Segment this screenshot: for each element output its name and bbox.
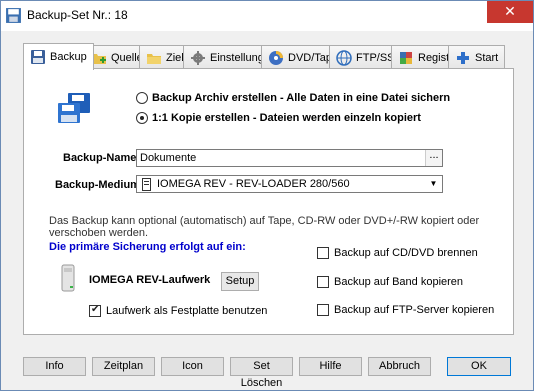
option-tape-label: Backup auf Band kopieren [334, 276, 464, 288]
info-text: Das Backup kann optional (automatisch) a… [49, 215, 480, 239]
backup-medium-label: Backup-Medium: [55, 179, 144, 191]
tab-panel-backup: Backup Archiv erstellen - Alle Daten in … [23, 68, 514, 335]
gear-icon [191, 50, 205, 65]
dialog-window: Backup-Set Nr.: 18 ✕ Backup Quelle Ziel … [0, 0, 534, 391]
title-bar: Backup-Set Nr.: 18 ✕ [1, 1, 533, 31]
disc-icon [269, 50, 283, 65]
backup-name-input[interactable]: Dokumente ... [136, 149, 443, 167]
option-cd-dvd-label: Backup auf CD/DVD brennen [334, 247, 478, 259]
floppy-stack-icon [58, 93, 90, 123]
radio-copy-label: 1:1 Kopie erstellen - Dateien werden ein… [152, 112, 421, 124]
backup-name-label: Backup-Name: [63, 152, 141, 164]
ok-button[interactable]: OK [447, 357, 511, 376]
close-icon: ✕ [504, 3, 516, 19]
radio-archive[interactable]: Backup Archiv erstellen - Alle Daten in … [136, 92, 450, 104]
folder-icon [147, 53, 161, 64]
window-title: Backup-Set Nr.: 18 [27, 8, 128, 22]
tab-label: Ziel [166, 51, 184, 64]
globe-icon [336, 49, 352, 66]
info-button[interactable]: Info [23, 357, 86, 376]
registry-icon [400, 51, 412, 64]
help-button[interactable]: Hilfe [299, 357, 362, 376]
schedule-button[interactable]: Zeitplan [92, 357, 155, 376]
backup-medium-select[interactable]: IOMEGA REV - REV-LOADER 280/560 ▼ [136, 175, 443, 193]
option-tape-box[interactable] [317, 276, 329, 288]
app-icon [6, 8, 21, 23]
option-ftp-label: Backup auf FTP-Server kopieren [334, 304, 495, 316]
delete-set-button[interactable]: Set Löschen [230, 357, 293, 389]
tab-label: Backup [50, 51, 87, 63]
option-cd-dvd-box[interactable] [317, 247, 329, 259]
browse-button[interactable]: ... [425, 150, 442, 166]
radio-copy-button[interactable] [136, 112, 148, 124]
tab-label: Start [475, 51, 499, 64]
radio-copy[interactable]: 1:1 Kopie erstellen - Dateien werden ein… [136, 112, 421, 124]
radio-archive-button[interactable] [136, 92, 148, 104]
setup-button[interactable]: Setup [221, 272, 259, 291]
close-button[interactable]: ✕ [487, 1, 533, 23]
use-as-disk-label: Laufwerk als Festplatte benutzen [106, 305, 268, 317]
primary-title: Die primäre Sicherung erfolgt auf ein: [49, 241, 246, 253]
use-as-disk-checkbox[interactable]: Laufwerk als Festplatte benutzen [89, 304, 268, 317]
plus-icon [457, 51, 469, 64]
option-ftp-box[interactable] [317, 304, 329, 316]
use-as-disk-box[interactable] [89, 304, 101, 317]
option-tape[interactable]: Backup auf Band kopieren [317, 276, 463, 288]
radio-archive-label: Backup Archiv erstellen - Alle Daten in … [152, 92, 451, 104]
floppy-icon [31, 50, 45, 64]
option-ftp[interactable]: Backup auf FTP-Server kopieren [317, 304, 494, 316]
chevron-down-icon[interactable]: ▼ [426, 177, 441, 191]
rev-drive-icon [61, 264, 75, 292]
tab-backup[interactable]: Backup [23, 43, 94, 70]
drive-label: IOMEGA REV-Laufwerk [89, 274, 211, 286]
backup-medium-value: IOMEGA REV - REV-LOADER 280/560 [157, 178, 350, 190]
tab-start[interactable]: Start [448, 45, 506, 69]
tape-drive-icon [142, 177, 151, 191]
icon-button[interactable]: Icon [161, 357, 224, 376]
backup-name-value: Dokumente [140, 152, 197, 164]
option-cd-dvd[interactable]: Backup auf CD/DVD brennen [317, 247, 478, 259]
cancel-button[interactable]: Abbruch [368, 357, 431, 376]
